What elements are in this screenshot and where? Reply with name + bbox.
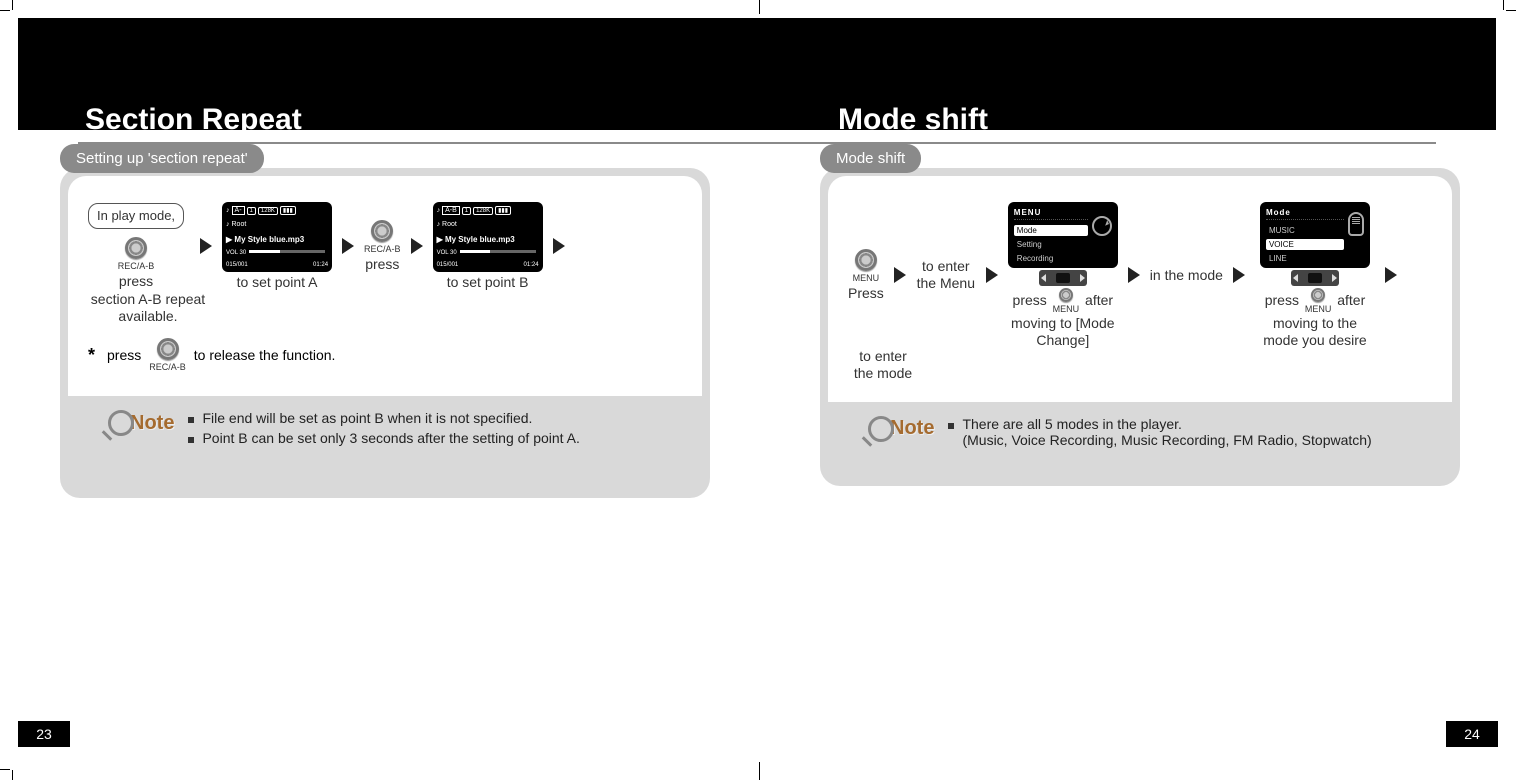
note-item: There are all 5 modes in the player. (Mu…: [946, 416, 1371, 448]
rec-ab-button-icon: [371, 220, 393, 242]
arrow-icon: [986, 267, 998, 283]
page-number-right: 24: [1446, 721, 1498, 747]
badge-playmode: In play mode,: [88, 203, 184, 229]
note-right: Note There are all 5 modes in the player…: [828, 402, 1452, 478]
avail-label: section A-B repeat available.: [88, 291, 208, 325]
rec-ab-button-icon: [125, 237, 147, 259]
note-left: Note File end will be set as point B whe…: [68, 396, 702, 476]
note-item: File end will be set as point B when it …: [186, 410, 579, 426]
page-number-left: 23: [18, 721, 70, 747]
note-icon: Note: [108, 410, 174, 436]
arrow-icon: [1385, 267, 1397, 283]
arrow-icon: [1128, 267, 1140, 283]
menu-button-label: MENU: [853, 273, 880, 283]
arrow-icon: [342, 238, 354, 254]
crop-mark: [0, 769, 10, 770]
menu-screen-2: Mode MUSIC VOICE LINE: [1260, 202, 1370, 268]
rec-ab-button-icon: [157, 338, 179, 360]
press-label: Press: [848, 285, 884, 302]
arrow-icon: [1233, 267, 1245, 283]
panel-right-inner: MENU Press to enter the Menu MENU Mode S…: [828, 176, 1452, 402]
crop-mark: [759, 0, 760, 14]
page-right: Mode shift MENU Press to enter the Menu …: [820, 144, 1460, 486]
header-bar: Section Repeat Mode shift: [18, 18, 1496, 130]
rec-ab-label: REC/A-B: [118, 261, 155, 271]
set-a-label: to set point A: [237, 274, 318, 291]
note-item: Point B can be set only 3 seconds after …: [186, 430, 579, 446]
rocker-icon: [1291, 270, 1339, 286]
arrow-icon: [200, 238, 212, 254]
panel-left-inner: In play mode, REC/A-B press ♪ A- 1 128K …: [68, 176, 702, 396]
set-b-label: to set point B: [447, 274, 529, 291]
footnote-release: * press REC/A-B to release the function.: [88, 338, 682, 372]
flow-left: In play mode, REC/A-B press ♪ A- 1 128K …: [88, 202, 682, 324]
note-icon: Note: [868, 416, 934, 442]
arrow-icon: [894, 267, 906, 283]
header-title-right: Mode shift: [838, 103, 988, 137]
crop-mark: [0, 10, 10, 11]
arrow-icon: [411, 238, 423, 254]
rocker-icon: [1039, 270, 1087, 286]
header-title-left: Section Repeat: [85, 103, 302, 137]
menu-button-icon: [855, 249, 877, 271]
crop-mark: [12, 0, 13, 10]
enter-mode-label: to enter the mode: [848, 348, 918, 382]
crop-mark: [12, 770, 13, 780]
arrow-icon: [553, 238, 565, 254]
crop-mark: [1506, 10, 1516, 11]
flow-right: MENU Press to enter the Menu MENU Mode S…: [848, 202, 1432, 382]
enter-menu-label: to enter the Menu: [916, 258, 976, 292]
panel-left: In play mode, REC/A-B press ♪ A- 1 128K …: [60, 168, 710, 498]
panel-right: MENU Press to enter the Menu MENU Mode S…: [820, 168, 1460, 486]
crop-mark: [759, 762, 760, 780]
subhead-left: Setting up 'section repeat': [60, 144, 264, 173]
subhead-right: Mode shift: [820, 144, 921, 173]
rec-ab-label: REC/A-B: [364, 244, 401, 254]
press-label: press: [365, 256, 399, 273]
in-mode-label: in the mode: [1150, 267, 1223, 284]
note-body-left: File end will be set as point B when it …: [186, 410, 579, 450]
page-left: Setting up 'section repeat' In play mode…: [60, 144, 710, 498]
crop-mark: [1503, 0, 1504, 10]
press-label: press: [119, 273, 153, 290]
note-body-right: There are all 5 modes in the player. (Mu…: [946, 416, 1371, 452]
menu-screen-1: MENU Mode Setting Recording: [1008, 202, 1118, 268]
device-screen-a: ♪ A- 1 128K ▮▮▮ ♪ Root ▶ My Style blue.m…: [222, 202, 332, 272]
device-screen-b: ♪ A-B 1 128K ▮▮▮ ♪ Root ▶ My Style blue.…: [433, 202, 543, 272]
cycle-icon: [1092, 216, 1112, 236]
mic-icon: [1348, 212, 1364, 236]
